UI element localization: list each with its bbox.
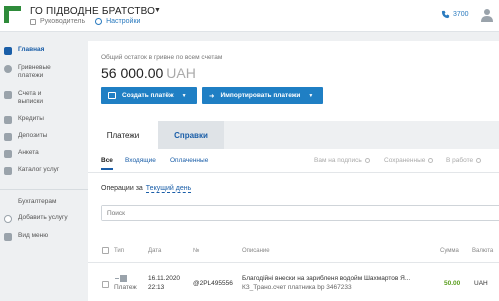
header-divider xyxy=(88,262,499,263)
filter-saved[interactable]: Сохраненные xyxy=(384,157,434,164)
select-all-checkbox[interactable] xyxy=(102,247,109,254)
filter-in-work-label: В работе xyxy=(446,157,474,164)
search-box[interactable] xyxy=(101,205,499,221)
column-currency: Валюта xyxy=(472,248,494,254)
search-input[interactable] xyxy=(102,206,499,220)
sidebar-item-label: Вид меню xyxy=(18,232,49,239)
credit-icon xyxy=(4,116,12,124)
sidebar-item-label: Каталог услуг xyxy=(18,166,60,173)
operations-period: Операции за Текущий день xyxy=(101,185,192,193)
chevron-down-icon[interactable]: ▼ xyxy=(154,7,161,14)
plus-icon xyxy=(4,215,12,223)
balance-currency: UAH xyxy=(166,65,196,81)
filter-saved-label: Сохраненные xyxy=(384,157,426,164)
chevron-down-icon: ▼ xyxy=(308,92,314,99)
filter-to-sign[interactable]: Вам на подпись xyxy=(314,157,370,164)
deposit-icon xyxy=(4,133,12,141)
sidebar-item-label: Кредиты xyxy=(18,115,44,122)
arrow-icon: ➜ xyxy=(209,92,215,100)
filter-paid[interactable]: Оплаченные xyxy=(170,157,208,164)
balance-value: 56 000.00 xyxy=(101,65,164,81)
home-icon xyxy=(4,47,12,55)
operations-label: Операции за xyxy=(101,185,143,192)
sidebar-item-form[interactable]: Анкета xyxy=(4,149,39,158)
payment-icon xyxy=(115,275,127,282)
row-time: 22:13 xyxy=(148,284,165,291)
row-number: @2PL495556 xyxy=(193,280,233,287)
top-bar: ГО ПІДВОДНЕ БРАТСТВО ▼ Руководитель Наст… xyxy=(0,0,499,32)
menu-view-icon xyxy=(4,233,12,241)
sidebar-divider xyxy=(0,189,88,190)
row-account: КЗ_Трано.счет платника bp 3467233 xyxy=(242,284,352,291)
balance-amount: 56 000.00 UAH xyxy=(101,65,196,81)
column-description: Описание xyxy=(242,248,270,254)
main-panel: Общий остаток в гривне по всем счетам 56… xyxy=(88,41,499,301)
role-label: Руководитель xyxy=(40,18,86,25)
row-type: Платеж xyxy=(114,284,137,291)
filter-incoming[interactable]: Входящие xyxy=(125,157,156,164)
filter-in-work[interactable]: В работе xyxy=(446,157,482,164)
sidebar-item-label: Добавить услугу xyxy=(18,214,68,221)
sidebar-item-hryvnia-payments[interactable]: Гривневые платежи xyxy=(4,64,58,80)
document-icon xyxy=(108,92,116,99)
user-icon[interactable] xyxy=(481,8,493,22)
row-currency: UAH xyxy=(474,280,488,287)
bank-logo xyxy=(4,6,21,23)
row-description: Благодійні внески на зарибленя водойм Ша… xyxy=(242,275,411,282)
filter-all[interactable]: Все xyxy=(101,157,113,170)
tab-references[interactable]: Справки xyxy=(158,121,224,149)
count-icon xyxy=(476,157,482,163)
filter-divider xyxy=(88,172,499,173)
sidebar-item-deposits[interactable]: Депозиты xyxy=(4,132,47,141)
phone-icon[interactable] xyxy=(441,10,450,19)
org-subline: Руководитель Настройки xyxy=(30,18,140,25)
filter-to-sign-label: Вам на подпись xyxy=(314,157,362,164)
accounts-icon xyxy=(4,91,12,99)
sidebar-item-catalog[interactable]: Каталог услуг xyxy=(4,166,59,175)
column-type: Тип xyxy=(114,248,125,254)
sidebar-item-accountants[interactable]: Бухгалтерам xyxy=(18,198,56,206)
sidebar-item-menu-view[interactable]: Вид меню xyxy=(4,232,48,241)
role-icon xyxy=(30,18,36,25)
import-payments-button[interactable]: ➜ Импортировать платежи ▼ xyxy=(202,87,323,104)
count-icon xyxy=(428,157,434,163)
sidebar-item-credits[interactable]: Кредиты xyxy=(4,115,44,124)
tab-payments[interactable]: Платежи xyxy=(88,121,158,149)
catalog-icon xyxy=(4,167,12,175)
phone-number[interactable]: 3700 xyxy=(453,11,469,18)
sidebar-item-label: Главная xyxy=(18,46,45,53)
column-amount: Сумма xyxy=(440,248,459,254)
column-number: № xyxy=(193,248,200,254)
period-selector[interactable]: Текущий день xyxy=(145,185,192,193)
sidebar-item-label: Депозиты xyxy=(18,132,48,139)
sidebar: Главная Гривневые платежи Счета и выписк… xyxy=(0,33,88,301)
balance-label: Общий остаток в гривне по всем счетам xyxy=(101,54,223,61)
sidebar-item-accounts[interactable]: Счета и выписки xyxy=(4,90,58,106)
sidebar-item-add-service[interactable]: Добавить услугу xyxy=(4,214,68,223)
chevron-down-icon: ▼ xyxy=(181,92,187,99)
settings-link[interactable]: Настройки xyxy=(106,18,140,25)
form-icon xyxy=(4,150,12,158)
row-checkbox[interactable] xyxy=(102,281,109,288)
create-payment-button[interactable]: Создать платёж ▼ xyxy=(101,87,197,104)
row-date: 16.11.2020 xyxy=(148,275,181,282)
sidebar-item-label: Бухгалтерам xyxy=(18,198,57,205)
sidebar-item-label: Гривневые платежи xyxy=(18,64,51,79)
count-icon xyxy=(364,157,370,163)
sidebar-item-label: Анкета xyxy=(18,149,39,156)
sidebar-item-label: Счета и выписки xyxy=(18,90,44,105)
column-date: Дата xyxy=(148,248,162,254)
gear-icon[interactable] xyxy=(95,18,103,25)
organization-name[interactable]: ГО ПІДВОДНЕ БРАТСТВО xyxy=(30,6,155,17)
sidebar-item-home[interactable]: Главная xyxy=(4,46,44,55)
create-payment-label: Создать платёж xyxy=(122,92,174,99)
import-payments-label: Импортировать платежи xyxy=(220,92,301,99)
row-amount: 50.00 xyxy=(444,280,461,287)
hryvnia-icon xyxy=(4,65,12,73)
